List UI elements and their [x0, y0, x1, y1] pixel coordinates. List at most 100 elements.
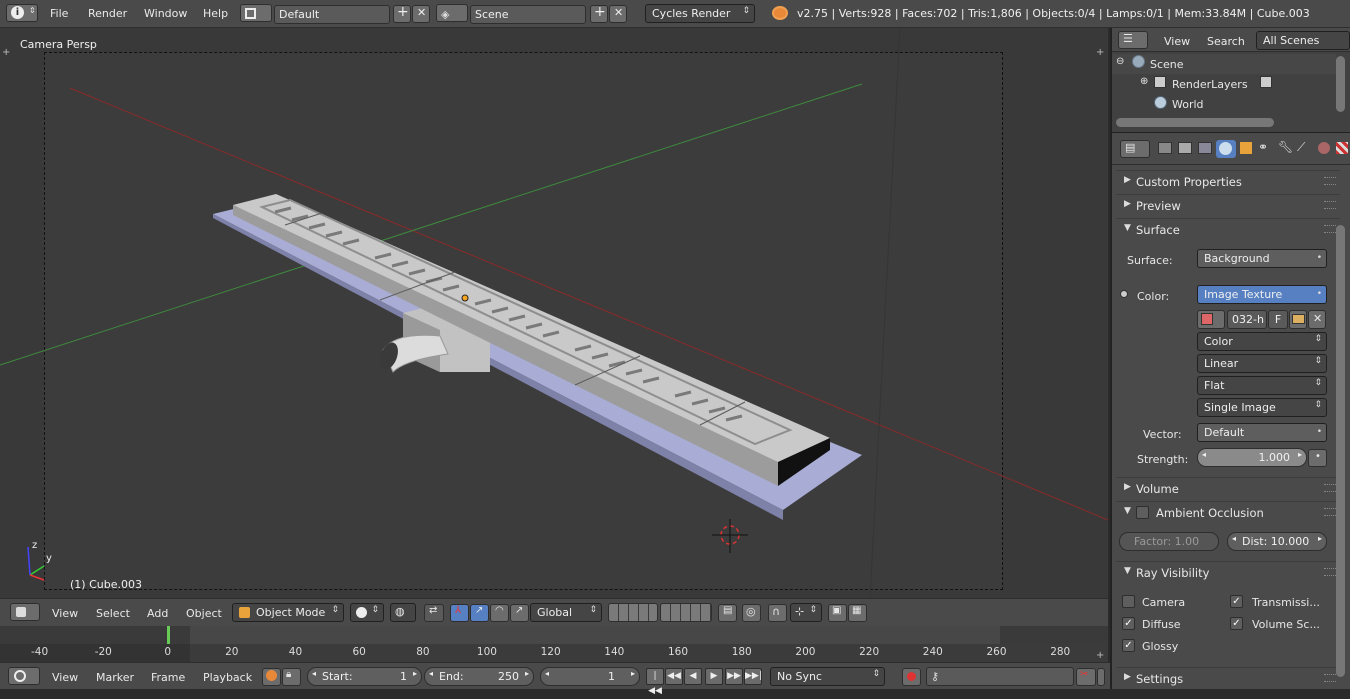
- snap-toggle-button[interactable]: ∩: [768, 604, 787, 622]
- outliner-row[interactable]: ⊕ RenderLayers: [1112, 74, 1336, 94]
- remove-scene-button[interactable]: ✕: [609, 5, 627, 23]
- render-tab-icon[interactable]: [1158, 142, 1172, 154]
- interpolation-dropdown[interactable]: Linear ⇕: [1197, 354, 1327, 373]
- scene-field[interactable]: Scene: [470, 5, 586, 24]
- proportional-edit-button[interactable]: ◎: [742, 604, 761, 622]
- socket-dot-icon[interactable]: [1120, 290, 1128, 298]
- image-fake-user-button[interactable]: F: [1268, 310, 1288, 329]
- play-reverse-button[interactable]: ◀: [684, 668, 702, 685]
- panel-custom-properties[interactable]: ▶ Custom Properties: [1116, 170, 1340, 192]
- ray-volume-scatter-checkbox[interactable]: ✓: [1230, 617, 1243, 630]
- drag-grip-icon[interactable]: [1324, 484, 1336, 492]
- jump-end-button[interactable]: ▶▶|: [744, 668, 762, 685]
- screen-layout-field[interactable]: Default: [274, 5, 390, 24]
- data-tab-icon[interactable]: ⟋: [1297, 140, 1305, 155]
- manipulator-toggle[interactable]: ⇄: [424, 604, 444, 622]
- ray-option[interactable]: Camera: [1122, 595, 1232, 611]
- insert-keyframe-button[interactable]: ✂: [1076, 668, 1096, 686]
- panel-ray-visibility[interactable]: ▼ Ray Visibility: [1116, 561, 1340, 583]
- sync-dropdown[interactable]: No Sync ⇕: [770, 667, 885, 686]
- strength-field[interactable]: ◂ 1.000 ▸: [1197, 448, 1307, 467]
- image-name-field[interactable]: 032-h: [1227, 310, 1267, 329]
- drag-grip-icon[interactable]: [1324, 225, 1336, 233]
- image-browse-button[interactable]: [1197, 310, 1225, 329]
- drag-grip-icon[interactable]: [1324, 177, 1336, 185]
- outliner-editor-type-button[interactable]: ☰: [1118, 31, 1148, 49]
- color-input-field[interactable]: Image Texture •: [1197, 285, 1327, 304]
- viewport-shading-dropdown[interactable]: ⇕: [350, 603, 384, 622]
- menu-help[interactable]: Help: [203, 7, 228, 20]
- ray-option[interactable]: ✓ Glossy: [1122, 639, 1232, 655]
- timeline[interactable]: -40 -20 0 20 40 60 80 100 120 140 160 180 200 220 240 2…: [0, 626, 1108, 662]
- open-image-button[interactable]: [1289, 310, 1307, 329]
- render-engine-dropdown[interactable]: Cycles Render ⇕: [645, 4, 755, 23]
- outliner-filter-dropdown[interactable]: All Scenes: [1256, 31, 1350, 50]
- ao-distance-field[interactable]: ◂ Dist: 10.000 ▸: [1227, 532, 1327, 551]
- ray-option[interactable]: ✓ Diffuse: [1122, 617, 1232, 633]
- layers-grid-b[interactable]: [660, 603, 712, 622]
- menu-object[interactable]: Object: [186, 607, 222, 620]
- timeline-ruler[interactable]: [0, 626, 1108, 644]
- material-tab-icon[interactable]: [1318, 142, 1330, 154]
- ray-option[interactable]: ✓ Volume Sc...: [1230, 617, 1340, 633]
- rotate-manipulator-button[interactable]: ↗: [470, 604, 489, 622]
- orientation-dropdown[interactable]: Global ⇕: [530, 603, 602, 622]
- panel-ambient-occlusion[interactable]: ▼ Ambient Occlusion: [1116, 501, 1340, 523]
- render-layers-tab-icon[interactable]: [1178, 142, 1192, 154]
- prev-keyframe-button[interactable]: ◀◀: [665, 668, 683, 685]
- jump-start-button[interactable]: |◀◀: [646, 668, 664, 696]
- collapse-icon[interactable]: ⊖: [1116, 56, 1124, 67]
- mode-dropdown[interactable]: Object Mode ⇕: [232, 603, 344, 622]
- unlink-image-button[interactable]: ✕: [1308, 310, 1326, 329]
- menu-file[interactable]: File: [50, 7, 68, 20]
- area-corner-plus-icon[interactable]: +: [1096, 650, 1104, 661]
- outliner-row[interactable]: ⊖ Scene: [1112, 54, 1336, 74]
- texture-tab-icon[interactable]: [1336, 142, 1348, 154]
- lock-camera-button[interactable]: ▤: [718, 604, 737, 622]
- menu-window[interactable]: Window: [144, 7, 187, 20]
- drag-grip-icon[interactable]: [1324, 568, 1336, 576]
- ambient-occlusion-checkbox[interactable]: [1136, 506, 1149, 519]
- remove-layout-button[interactable]: ✕: [412, 5, 430, 23]
- scale-manipulator-button[interactable]: ◠: [490, 604, 509, 622]
- lock-frame-button[interactable]: 🔒︎: [282, 668, 301, 686]
- screen-layout-icon-button[interactable]: [240, 4, 272, 22]
- ray-glossy-checkbox[interactable]: ✓: [1122, 639, 1135, 652]
- menu-view[interactable]: View: [1164, 35, 1190, 48]
- info-editor-type-button[interactable]: i ⇕: [6, 4, 38, 22]
- color-space-dropdown[interactable]: Color ⇕: [1197, 332, 1327, 351]
- render-opengl-button[interactable]: ▣: [828, 604, 847, 622]
- projection-dropdown[interactable]: Flat ⇕: [1197, 376, 1327, 395]
- modifiers-tab-icon[interactable]: 🔧︎: [1278, 140, 1293, 154]
- source-dropdown[interactable]: Single Image ⇕: [1197, 398, 1327, 417]
- expand-icon[interactable]: ⊕: [1140, 76, 1148, 87]
- panel-surface[interactable]: ▼ Surface: [1116, 218, 1340, 240]
- add-layout-button[interactable]: +: [393, 4, 411, 23]
- strength-socket-button[interactable]: •: [1308, 449, 1327, 467]
- start-frame-field[interactable]: ◂ Start: 1 ▸: [307, 667, 422, 686]
- properties-editor-type-button[interactable]: ▤: [1120, 140, 1150, 158]
- delete-keyframe-button[interactable]: [1097, 668, 1105, 686]
- properties-vscrollbar[interactable]: [1336, 225, 1345, 677]
- object-tab-icon[interactable]: [1240, 142, 1252, 154]
- surface-shader-field[interactable]: Background •: [1197, 249, 1327, 268]
- menu-frame[interactable]: Frame: [151, 671, 185, 684]
- ray-camera-checkbox[interactable]: [1122, 595, 1135, 608]
- vector-input-field[interactable]: Default •: [1197, 423, 1327, 442]
- menu-view[interactable]: View: [52, 607, 78, 620]
- menu-select[interactable]: Select: [96, 607, 130, 620]
- editor-type-button[interactable]: [10, 603, 40, 621]
- render-animation-button[interactable]: ▦: [848, 604, 867, 622]
- menu-view[interactable]: View: [52, 671, 78, 684]
- timeline-editor-type-button[interactable]: [8, 667, 40, 685]
- layers-grid-a[interactable]: [608, 603, 658, 622]
- constraints-tab-icon[interactable]: ⚭: [1258, 140, 1268, 154]
- menu-playback[interactable]: Playback: [203, 671, 252, 684]
- panel-settings[interactable]: ▶ Settings: [1116, 667, 1340, 689]
- scene-icon-button[interactable]: ◈: [436, 4, 468, 22]
- record-button[interactable]: [902, 668, 921, 686]
- translate-manipulator-button[interactable]: ⅄: [450, 604, 469, 622]
- snap-element-dropdown[interactable]: ⊹ ⇕: [790, 603, 822, 622]
- outliner[interactable]: ☰ View Search All Scenes ⊖ Scene ⊕ Rende…: [1110, 28, 1350, 132]
- transform-orientation-icon[interactable]: ↗: [510, 604, 529, 622]
